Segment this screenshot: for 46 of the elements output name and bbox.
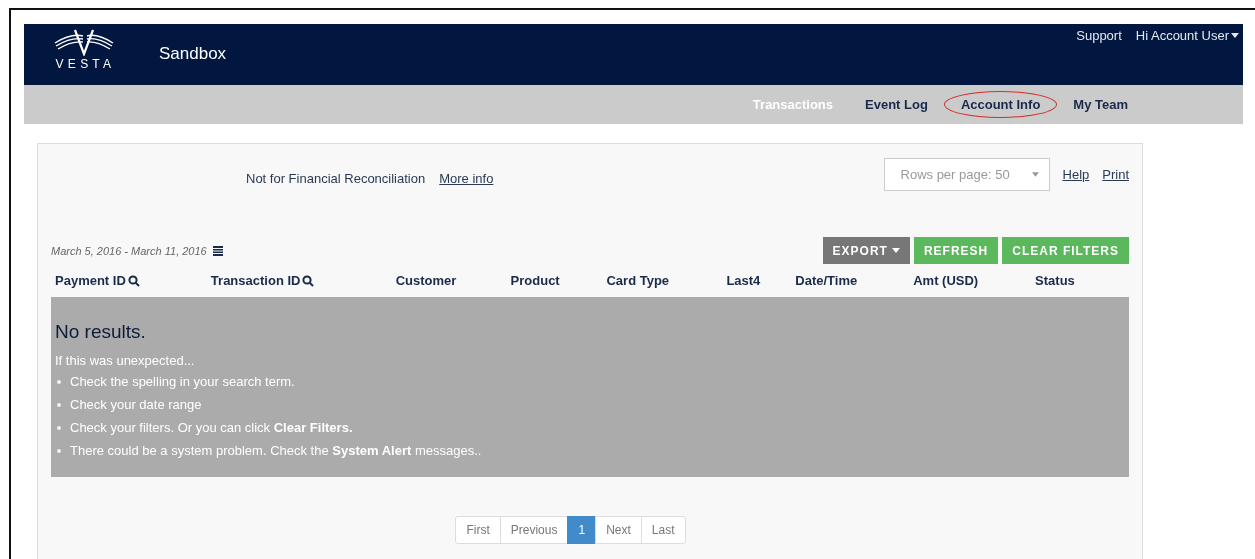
export-button[interactable]: EXPORT xyxy=(822,237,910,264)
notice-text: Not for Financial Reconciliation xyxy=(246,170,426,186)
user-menu[interactable]: Hi Account User xyxy=(1135,28,1239,43)
date-range[interactable]: March 5, 2016 - March 11, 2016 xyxy=(51,244,207,257)
action-button[interactable]: CLEAR FILTERS xyxy=(1002,237,1129,264)
tip-text: There could be a system problem. Check the System Alert messages.. xyxy=(70,443,482,458)
search-icon[interactable] xyxy=(302,274,315,287)
support-link[interactable]: Support xyxy=(1076,28,1122,43)
column-header: Product xyxy=(510,273,560,288)
bullet-icon xyxy=(57,402,61,407)
tip-text: Check your date range xyxy=(70,397,202,412)
page-link[interactable]: Print xyxy=(1102,166,1129,182)
rows-per-page-select[interactable]: Rows per page: 50 xyxy=(883,157,1050,191)
action-button[interactable]: REFRESH xyxy=(913,237,999,264)
bullet-icon xyxy=(57,425,61,430)
page-button[interactable]: 1 xyxy=(567,516,597,544)
caret-icon xyxy=(1031,171,1039,177)
column-header: Customer xyxy=(395,273,457,288)
empty-title: No results. xyxy=(55,321,147,343)
column-header: Date/Time xyxy=(795,273,858,288)
intro-text: If this was unexpected... xyxy=(55,353,196,368)
page-button[interactable]: First xyxy=(455,516,501,544)
search-icon[interactable] xyxy=(127,274,140,287)
bullet-icon xyxy=(57,379,61,384)
logo-icon xyxy=(52,28,115,56)
page-button[interactable]: Last xyxy=(640,516,686,544)
more-info-link[interactable]: More info xyxy=(439,170,494,186)
column-header: Payment ID xyxy=(55,273,126,288)
caret-icon xyxy=(1231,33,1239,38)
page-link[interactable]: Help xyxy=(1062,166,1090,182)
page-button[interactable]: Previous xyxy=(499,516,569,544)
tip-text: Check the spelling in your search term. xyxy=(70,374,295,389)
app-title: Sandbox xyxy=(159,44,227,64)
nav-tab[interactable]: My Team xyxy=(1057,91,1144,118)
column-header: Last4 xyxy=(726,273,761,288)
bullet-icon xyxy=(57,448,61,453)
column-header: Amt (USD) xyxy=(913,273,979,288)
nav-tab[interactable]: Event Log xyxy=(849,91,944,118)
caret-icon xyxy=(891,248,900,253)
column-header: Card Type xyxy=(606,273,670,288)
calendar-icon[interactable] xyxy=(212,245,223,256)
column-header: Status xyxy=(1035,273,1075,288)
page-button[interactable]: Next xyxy=(595,516,642,544)
column-header: Transaction ID xyxy=(210,273,301,288)
tip-text: Check your filters. Or you can click Clear Filters. xyxy=(70,420,353,435)
logo-text: V E S T A xyxy=(55,57,112,71)
